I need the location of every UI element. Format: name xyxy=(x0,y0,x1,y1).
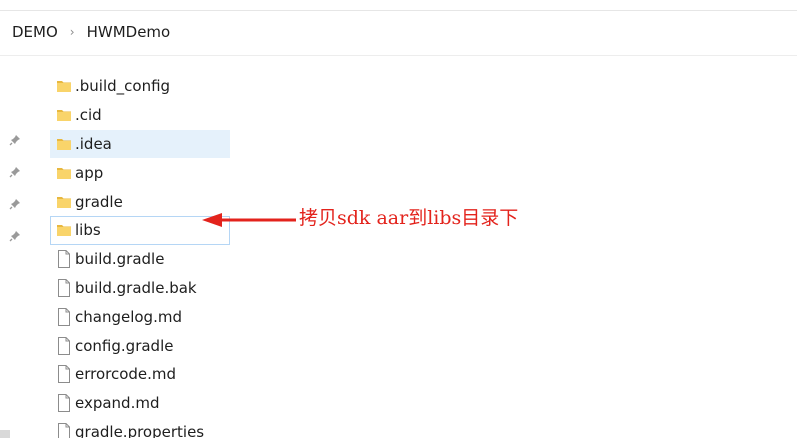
folder-icon xyxy=(56,221,72,239)
list-item[interactable]: app xyxy=(50,158,230,187)
annotation-text: 拷贝sdk aar到libs目录下 xyxy=(299,207,519,229)
file-icon xyxy=(56,394,72,413)
file-name: build.gradle xyxy=(75,250,165,269)
file-name: .idea xyxy=(75,134,112,153)
breadcrumb-item-hwmdemo[interactable]: HWMDemo xyxy=(87,23,171,41)
file-name: changelog.md xyxy=(75,307,182,326)
file-icon xyxy=(56,336,72,355)
file-name: libs xyxy=(75,221,101,240)
file-name: expand.md xyxy=(75,394,160,413)
file-name: .cid xyxy=(75,106,102,125)
file-name: build.gradle.bak xyxy=(75,278,197,297)
quick-access-pins xyxy=(6,124,24,252)
breadcrumb: DEMO › HWMDemo xyxy=(12,19,170,45)
pin-icon[interactable] xyxy=(6,188,24,220)
pin-icon[interactable] xyxy=(6,220,24,252)
folder-icon xyxy=(56,164,72,182)
file-name: gradle.properties xyxy=(75,422,205,438)
file-icon xyxy=(56,365,72,384)
file-icon xyxy=(56,422,72,438)
folder-icon xyxy=(56,77,72,95)
file-explorer: DEMO › HWMDemo .build_config .cid .idea app… xyxy=(0,0,797,438)
list-item[interactable]: gradle.properties xyxy=(50,418,230,438)
list-item[interactable]: config.gradle xyxy=(50,331,230,360)
file-name: gradle xyxy=(75,192,123,211)
list-item[interactable]: expand.md xyxy=(50,389,230,418)
list-item[interactable]: errorcode.md xyxy=(50,360,230,389)
folder-icon xyxy=(56,106,72,124)
file-icon xyxy=(56,250,72,269)
toolbar-divider xyxy=(0,55,797,56)
file-icon xyxy=(56,307,72,326)
list-item[interactable]: .idea xyxy=(50,129,230,159)
list-item[interactable]: build.gradle.bak xyxy=(50,274,230,303)
breadcrumb-item-demo[interactable]: DEMO xyxy=(12,23,58,41)
list-item[interactable]: changelog.md xyxy=(50,302,230,331)
file-name: .build_config xyxy=(75,77,171,96)
breadcrumb-separator-icon: › xyxy=(69,25,75,39)
list-item[interactable]: build.gradle xyxy=(50,245,230,274)
list-item[interactable]: .build_config xyxy=(50,72,230,101)
arrow-left-icon xyxy=(202,213,296,227)
folder-icon xyxy=(56,193,72,211)
pin-icon[interactable] xyxy=(6,124,24,156)
file-icon xyxy=(56,278,72,297)
scrollbar[interactable] xyxy=(0,430,10,438)
top-divider xyxy=(0,10,797,11)
file-name: config.gradle xyxy=(75,336,174,355)
pin-icon[interactable] xyxy=(6,156,24,188)
file-name: errorcode.md xyxy=(75,365,177,384)
list-item[interactable]: .cid xyxy=(50,101,230,130)
folder-icon xyxy=(56,135,72,153)
file-list: .build_config .cid .idea app gradle libs build… xyxy=(50,72,230,438)
annotation: 拷贝sdk aar到libs目录下 xyxy=(200,200,620,240)
file-name: app xyxy=(75,163,104,182)
